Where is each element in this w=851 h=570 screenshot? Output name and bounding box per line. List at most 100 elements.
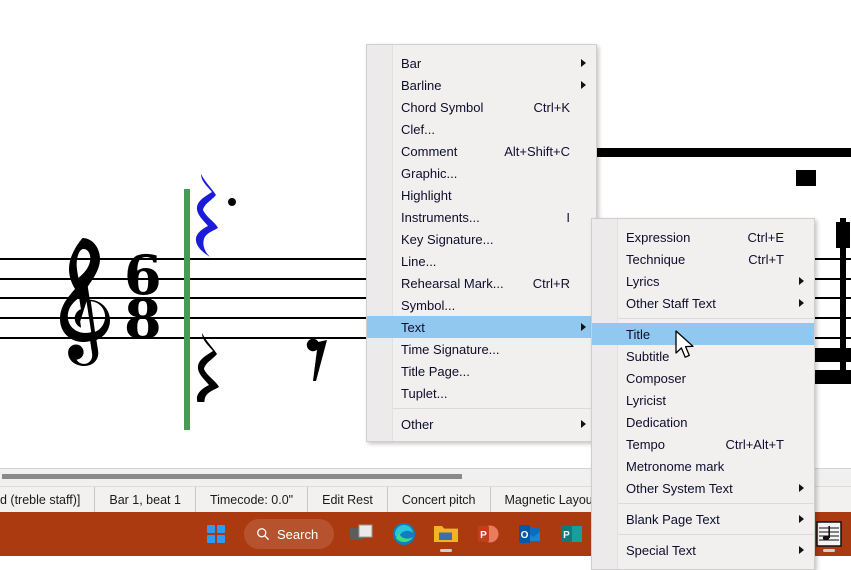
menu-item-label: Bar xyxy=(401,55,422,71)
menu-item-shortcut: Alt+Shift+C xyxy=(504,143,570,159)
menu-item-text[interactable]: Text xyxy=(367,316,596,338)
menu-item-lyricist[interactable]: Lyricist xyxy=(592,389,814,411)
menu-item-other[interactable]: Other xyxy=(367,413,596,435)
menu-separator xyxy=(393,408,596,409)
menu-item-label: Subtitle xyxy=(626,348,670,364)
outlook-button[interactable]: O xyxy=(510,514,550,554)
menu-item-chord-symbol[interactable]: Chord Symbol Ctrl+K xyxy=(367,96,596,118)
menu-item-label: Blank Page Text xyxy=(626,511,720,527)
menu-item-composer[interactable]: Composer xyxy=(592,367,814,389)
menu-item-title-page[interactable]: Title Page... xyxy=(367,360,596,382)
menu-item-lyrics[interactable]: Lyrics xyxy=(592,270,814,292)
menu-item-label: Symbol... xyxy=(401,297,456,313)
menu-item-other-system-text[interactable]: Other System Text xyxy=(592,477,814,499)
menu-item-tempo[interactable]: Tempo Ctrl+Alt+T xyxy=(592,433,814,455)
eighth-rest[interactable] xyxy=(305,337,335,385)
menu-item-label: Time Signature... xyxy=(401,341,500,357)
menu-item-symbol[interactable]: Symbol... xyxy=(367,294,596,316)
menu-item-label: Barline xyxy=(401,77,442,93)
menu-item-label: Highlight xyxy=(401,187,452,203)
menu-item-title[interactable]: Title xyxy=(592,323,814,345)
menu-item-key-signature[interactable]: Key Signature... xyxy=(367,228,596,250)
dotted-quarter-rest-selected[interactable] xyxy=(192,170,240,260)
text-submenu-items: Expression Ctrl+E Technique Ctrl+T Lyrics Oth… xyxy=(592,226,814,561)
menu-item-label: Composer xyxy=(626,370,686,386)
edge-button[interactable] xyxy=(384,514,424,554)
menu-item-label: Instruments... xyxy=(401,209,480,225)
menu-item-shortcut: Ctrl+Alt+T xyxy=(725,436,784,452)
chevron-right-icon xyxy=(799,299,804,307)
chevron-right-icon xyxy=(799,484,804,492)
search-icon xyxy=(257,528,269,540)
menu-item-shortcut: Ctrl+T xyxy=(748,251,784,267)
menu-item-label: Rehearsal Mark... xyxy=(401,275,504,291)
note-input-cursor xyxy=(184,189,190,430)
musescore-button[interactable] xyxy=(809,514,849,554)
status-cell-selection: d (treble staff)] xyxy=(0,487,96,513)
chevron-right-icon xyxy=(581,59,586,67)
outlook-icon: O xyxy=(519,525,541,543)
menu-item-expression[interactable]: Expression Ctrl+E xyxy=(592,226,814,248)
menu-item-label: Other System Text xyxy=(626,480,733,496)
menu-item-other-staff-text[interactable]: Other Staff Text xyxy=(592,292,814,314)
menu-item-time-signature[interactable]: Time Signature... xyxy=(367,338,596,360)
menu-item-bar[interactable]: Bar xyxy=(367,52,596,74)
task-view-icon xyxy=(350,524,373,540)
menu-item-line[interactable]: Line... xyxy=(367,250,596,272)
menu-item-tuplet[interactable]: Tuplet... xyxy=(367,382,596,404)
menu-item-shortcut: Ctrl+E xyxy=(747,229,784,245)
menu-item-label: Technique xyxy=(626,251,686,267)
create-menu[interactable]: Bar Barline Chord Symbol Ctrl+K Clef... Comme… xyxy=(366,44,597,442)
chevron-right-icon xyxy=(581,81,586,89)
file-explorer-button[interactable] xyxy=(426,514,466,554)
menu-item-label: Chord Symbol xyxy=(401,99,484,115)
note-stem-right xyxy=(840,218,846,378)
active-indicator xyxy=(440,549,453,552)
menu-item-dedication[interactable]: Dedication xyxy=(592,411,814,433)
search-label: Search xyxy=(277,526,319,542)
menu-item-metronome-mark[interactable]: Metronome mark xyxy=(592,455,814,477)
chevron-right-icon xyxy=(581,323,586,331)
menu-item-clef[interactable]: Clef... xyxy=(367,118,596,140)
menu-item-blank-page-text[interactable]: Blank Page Text xyxy=(592,508,814,530)
start-button[interactable] xyxy=(196,514,236,554)
status-cell-timecode: Timecode: 0.0" xyxy=(196,487,309,513)
menu-item-comment[interactable]: Comment Alt+Shift+C xyxy=(367,140,596,162)
menu-item-label: Dedication xyxy=(626,414,688,430)
menu-item-barline[interactable]: Barline xyxy=(367,74,596,96)
quarter-rest[interactable] xyxy=(194,330,230,402)
menu-item-label: Other Staff Text xyxy=(626,295,716,311)
powerpoint-button[interactable]: P xyxy=(468,514,508,554)
chevron-right-icon xyxy=(799,277,804,285)
folder-icon xyxy=(434,526,459,542)
menu-item-special-text[interactable]: Special Text xyxy=(592,539,814,561)
text-submenu[interactable]: Expression Ctrl+E Technique Ctrl+T Lyrics Oth… xyxy=(591,218,815,570)
horizontal-scrollbar-thumb[interactable] xyxy=(2,474,462,479)
active-indicator xyxy=(823,549,835,552)
menu-item-label: Line... xyxy=(401,253,437,269)
chevron-right-icon xyxy=(799,546,804,554)
menu-item-instruments[interactable]: Instruments... I xyxy=(367,206,596,228)
menu-item-label: Clef... xyxy=(401,121,435,137)
search-box[interactable]: Search xyxy=(244,519,335,549)
publisher-button[interactable]: P xyxy=(552,514,592,554)
menu-item-graphic[interactable]: Graphic... xyxy=(367,162,596,184)
menu-item-label: Lyricist xyxy=(626,392,666,408)
note-flag-right xyxy=(796,170,816,186)
status-cell-concert-pitch[interactable]: Concert pitch xyxy=(388,487,491,513)
menu-item-label: Comment xyxy=(401,143,458,159)
menu-item-label: Key Signature... xyxy=(401,231,494,247)
menu-item-subtitle[interactable]: Subtitle xyxy=(592,345,814,367)
create-menu-items: Bar Barline Chord Symbol Ctrl+K Clef... Comme… xyxy=(367,52,596,435)
chevron-right-icon xyxy=(581,420,586,428)
treble-clef-icon xyxy=(60,238,110,366)
menu-item-technique[interactable]: Technique Ctrl+T xyxy=(592,248,814,270)
menu-item-label: Tuplet... xyxy=(401,385,448,401)
menu-item-label: Title Page... xyxy=(401,363,470,379)
menu-item-highlight[interactable]: Highlight xyxy=(367,184,596,206)
menu-item-rehearsal-mark[interactable]: Rehearsal Mark... Ctrl+R xyxy=(367,272,596,294)
task-view-button[interactable] xyxy=(342,514,382,554)
chevron-right-icon xyxy=(799,515,804,523)
menu-item-shortcut: Ctrl+K xyxy=(533,99,570,115)
beam-bar xyxy=(597,148,851,157)
